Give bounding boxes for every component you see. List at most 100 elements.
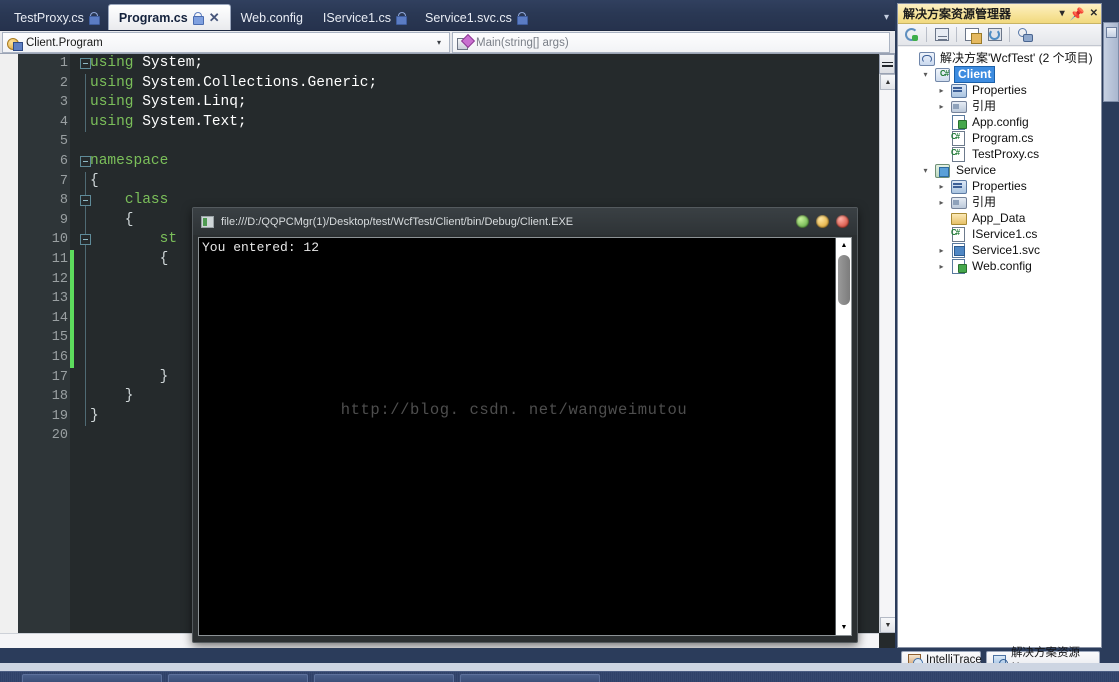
editor-tab-service1-svc-cs[interactable]: Service1.svc.cs [415,5,536,30]
tree-item-label: Properties [972,178,1027,193]
tab-overflow-chevron-icon[interactable]: ▾ [884,12,889,23]
line-number: 14 [51,310,68,326]
tree-item[interactable]: ▸ 引用 [898,98,1101,114]
tree-item[interactable]: 解决方案'WcfTest' (2 个项目) [898,50,1101,66]
chevron-down-icon[interactable]: ▾ [433,38,445,47]
code-line[interactable]: 7{ [0,171,895,192]
member-dropdown-value: Main(string[] args) [476,36,569,49]
tree-item-label: TestProxy.cs [972,146,1040,161]
editor-tab-program-cs[interactable]: Program.cs ✕ [107,4,231,30]
line-number: 16 [51,349,68,365]
chevron-right-icon[interactable]: ▸ [936,181,947,192]
refresh-project-button[interactable] [984,25,1005,44]
taskbar-item[interactable] [22,674,162,682]
close-icon[interactable]: ✕ [1090,8,1098,19]
console-title-bar[interactable]: file:///D:/QQPCMgr(1)/Desktop/test/WcfTe… [193,208,857,235]
class-dropdown[interactable]: Client.Program ▾ [2,32,450,53]
tree-item[interactable]: ▾ Client [898,65,1101,83]
tree-item[interactable]: ▾ Service [898,162,1101,178]
csharp-file-icon [951,227,966,242]
split-editor-icon[interactable] [879,54,895,74]
code-line[interactable]: 2 using System.Collections.Generic; [0,73,895,94]
chevron-down-icon[interactable]: ▾ [1060,8,1065,19]
tab-close-icon[interactable]: ✕ [209,11,220,24]
line-number: 13 [51,291,68,307]
console-scroll-up-icon[interactable]: ▲ [836,238,851,253]
editor-tab-iservice1-cs[interactable]: IService1.cs [313,5,415,30]
maximize-button[interactable] [816,215,829,228]
chevron-right-icon[interactable]: ▸ [936,101,947,112]
lock-icon [88,12,100,25]
console-watermark-text: http://blog. csdn. net/wangweimutou [340,401,688,419]
line-number: 3 [59,95,68,111]
member-dropdown[interactable]: Main(string[] args) [452,32,890,53]
show-all-files-button[interactable] [961,25,982,44]
editor-tab-testproxy-cs[interactable]: TestProxy.cs [4,5,108,30]
editor-tab-web-config[interactable]: Web.config [231,5,313,30]
lock-icon [396,12,408,25]
tree-item[interactable]: ▸ Web.config [898,258,1101,274]
change-indicator-bar [70,328,74,348]
tree-item-label: Service1.svc [972,242,1041,257]
chevron-right-icon[interactable]: ▸ [936,261,947,272]
pin-icon[interactable]: 📌 [1070,7,1085,21]
tree-item[interactable]: ▸ 引用 [898,194,1101,210]
refresh-project-icon [987,28,1002,41]
tree-item[interactable]: ▸ Service1.svc [898,242,1101,258]
tree-item[interactable]: App.config [898,114,1101,130]
console-output-area[interactable]: You entered: 12 http://blog. csdn. net/w… [198,237,852,636]
code-line-text: { [90,172,99,189]
taskbar-item[interactable] [460,674,600,682]
taskbar-item[interactable] [314,674,454,682]
code-line[interactable]: 1 using System; [0,54,895,74]
line-number: 6 [59,153,68,169]
web-config-icon [951,259,967,274]
chevron-right-icon[interactable]: ▸ [936,85,947,96]
tree-item-label: App_Data [972,210,1026,225]
code-line[interactable]: 6 namespace [0,152,895,172]
code-editor[interactable]: 1 using System; 2 using System.Collections.… [0,54,895,649]
view-class-diagram-button[interactable] [1014,25,1035,44]
close-button[interactable] [836,215,849,228]
console-window[interactable]: file:///D:/QQPCMgr(1)/Desktop/test/WcfTe… [192,207,858,643]
toolbar-separator [1009,27,1010,42]
tree-item-label: 解决方案'WcfTest' (2 个项目) [940,50,1093,65]
window-bottom-edge [0,663,1119,671]
tree-item[interactable]: ▸ Properties [898,82,1101,98]
scroll-up-icon[interactable]: ▲ [880,74,895,90]
chevron-down-icon[interactable]: ▾ [920,165,931,176]
properties-button[interactable] [931,25,952,44]
code-line[interactable]: 4 using System.Text; [0,112,895,133]
refresh-button[interactable] [901,25,922,44]
tree-item[interactable]: App_Data [898,210,1101,226]
lock-icon [516,12,528,25]
editor-vertical-scrollbar[interactable]: ▲ ▼ [879,74,895,633]
minimize-button[interactable] [796,215,809,228]
outlining-guide-line [85,171,86,192]
tree-item[interactable]: Program.cs [898,130,1101,146]
solution-tree[interactable]: 解决方案'WcfTest' (2 个项目)▾Client▸Properties▸… [898,47,1101,647]
taskbar-item[interactable] [168,674,308,682]
chevron-down-icon[interactable]: ▾ [920,69,931,80]
chevron-right-icon[interactable]: ▸ [936,245,947,256]
docked-panel-tab[interactable] [1103,22,1119,102]
editor-tab-strip: TestProxy.cs Program.cs ✕ Web.config IServic… [0,0,895,31]
console-scroll-down-icon[interactable]: ▼ [836,620,851,635]
outlining-guide-line [85,367,86,388]
tree-item[interactable]: TestProxy.cs [898,146,1101,162]
code-line[interactable]: 3 using System.Linq; [0,93,895,113]
console-scroll-thumb[interactable] [838,255,850,305]
scroll-down-icon[interactable]: ▼ [880,617,895,633]
outlining-guide-line [85,112,86,133]
tree-item[interactable]: ▸ Properties [898,178,1101,194]
tree-item[interactable]: IService1.cs [898,226,1101,242]
outlining-guide-line [85,328,86,348]
line-number: 10 [51,232,68,248]
console-vertical-scrollbar[interactable]: ▲ ▼ [835,238,851,635]
chevron-right-icon[interactable]: ▸ [936,197,947,208]
code-line[interactable]: 5 [0,132,895,152]
console-title-text: file:///D:/QQPCMgr(1)/Desktop/test/WcfTe… [221,215,574,228]
folder-icon [951,211,967,225]
